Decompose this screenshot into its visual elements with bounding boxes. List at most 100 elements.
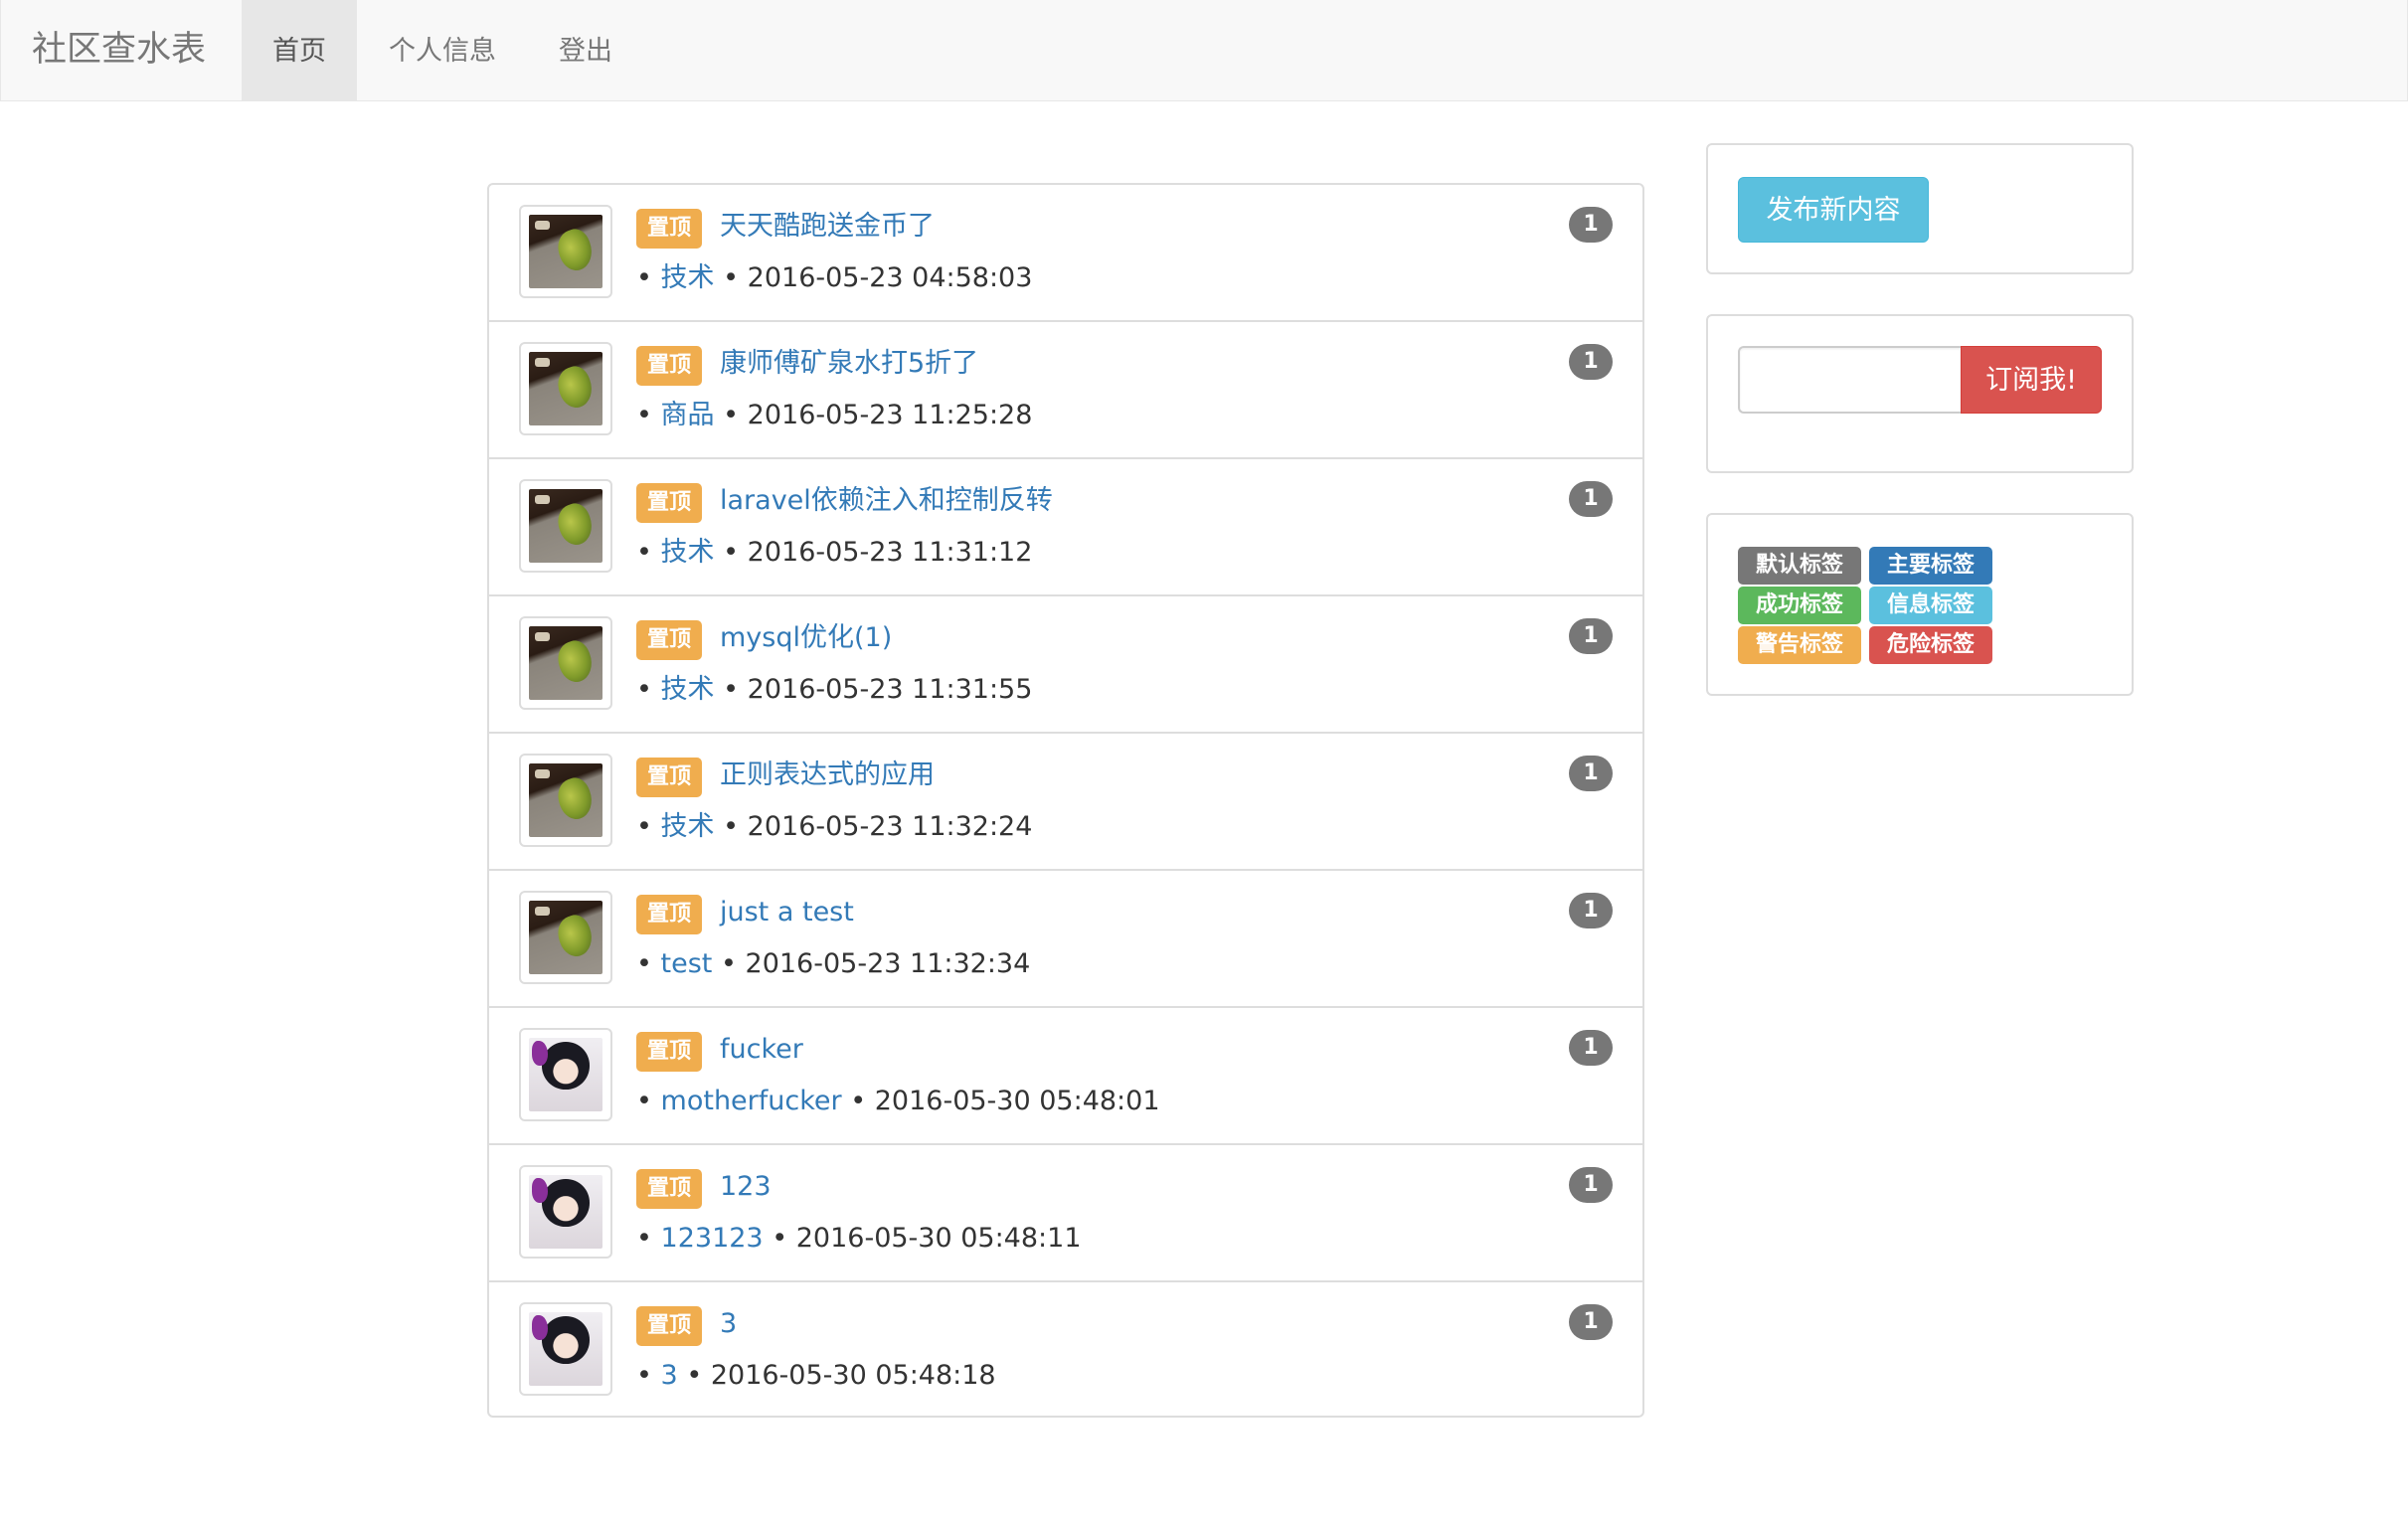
pinned-badge: 置顶	[636, 1032, 703, 1072]
nav-profile[interactable]: 个人信息	[357, 0, 528, 100]
post-time: 2016-05-23 04:58:03	[747, 262, 1033, 293]
avatar[interactable]	[519, 616, 612, 710]
pinned-badge: 置顶	[636, 483, 703, 523]
post-meta: • 123123 • 2016-05-30 05:48:11	[636, 1217, 1082, 1261]
post-row: 置顶 3 • 3 • 2016-05-30 05:48:18 1	[489, 1282, 1642, 1420]
subscribe-button[interactable]: 订阅我!	[1961, 346, 2102, 414]
post-category-link[interactable]: 3	[661, 1360, 678, 1391]
avatar[interactable]	[519, 342, 612, 435]
post-title-link[interactable]: fucker	[720, 1030, 803, 1070]
meta-bullet: •	[723, 400, 740, 430]
post-title-link[interactable]: 3	[720, 1304, 737, 1344]
meta-bullet: •	[636, 1223, 652, 1254]
post-time: 2016-05-23 11:25:28	[747, 400, 1033, 430]
tags-panel: 默认标签 主要标签 成功标签 信息标签 警告标签 危险标签	[1706, 513, 2134, 696]
post-list: 置顶 天天酷跑送金币了 • 技术 • 2016-05-23 04:58:03 1 置顶康…	[487, 183, 1644, 1418]
post-row: 置顶 正则表达式的应用 • 技术 • 2016-05-23 11:32:24 1	[489, 734, 1642, 871]
avatar[interactable]	[519, 1165, 612, 1259]
subscribe-panel: 订阅我!	[1706, 314, 2134, 473]
post-meta: • 技术 • 2016-05-23 11:31:55	[636, 668, 1032, 712]
post-meta: • 技术 • 2016-05-23 11:31:12	[636, 531, 1032, 575]
post-category-link[interactable]: 123123	[661, 1223, 764, 1254]
tag-danger: 危险标签	[1869, 626, 1992, 664]
navbar: 社区查水表 首页 个人信息 登出	[0, 0, 2408, 101]
avatar[interactable]	[519, 754, 612, 847]
post-row: 置顶 123 • 123123 • 2016-05-30 05:48:11 1	[489, 1145, 1642, 1282]
brand-link[interactable]: 社区查水表	[32, 0, 206, 100]
meta-bullet: •	[723, 811, 740, 842]
post-time: 2016-05-23 11:32:24	[747, 811, 1033, 842]
reply-count-badge: 1	[1569, 481, 1613, 517]
post-time: 2016-05-23 11:31:12	[747, 537, 1033, 568]
pinned-badge: 置顶	[636, 758, 703, 797]
post-title-link[interactable]: 123	[720, 1167, 772, 1207]
post-meta: • motherfucker • 2016-05-30 05:48:01	[636, 1080, 1160, 1123]
post-time: 2016-05-23 11:32:34	[745, 948, 1031, 979]
post-meta: • test • 2016-05-23 11:32:34	[636, 942, 1030, 986]
nav-home[interactable]: 首页	[242, 0, 357, 100]
tag-default: 默认标签	[1738, 547, 1861, 585]
subscribe-input[interactable]	[1738, 346, 1961, 414]
avatar[interactable]	[519, 1302, 612, 1396]
tag-info: 信息标签	[1869, 587, 1992, 624]
meta-bullet: •	[636, 948, 652, 979]
nav-logout[interactable]: 登出	[528, 0, 643, 100]
post-title-link[interactable]: 康师傅矿泉水打5折了	[720, 344, 978, 384]
post-meta: • 3 • 2016-05-30 05:48:18	[636, 1354, 996, 1398]
post-title-link[interactable]: laravel依赖注入和控制反转	[720, 481, 1053, 521]
meta-bullet: •	[636, 1086, 652, 1116]
meta-bullet: •	[636, 674, 652, 705]
meta-bullet: •	[723, 674, 740, 705]
reply-count-badge: 1	[1569, 618, 1613, 654]
avatar[interactable]	[519, 1028, 612, 1121]
meta-bullet: •	[723, 537, 740, 568]
post-category-link[interactable]: 技术	[661, 674, 715, 705]
post-category-link[interactable]: 商品	[661, 400, 715, 430]
pinned-badge: 置顶	[636, 895, 703, 934]
tag-warning: 警告标签	[1738, 626, 1861, 664]
avatar[interactable]	[519, 205, 612, 298]
post-category-link[interactable]: test	[661, 948, 713, 979]
pinned-badge: 置顶	[636, 620, 703, 660]
meta-bullet: •	[720, 948, 737, 979]
meta-bullet: •	[772, 1223, 788, 1254]
post-meta: • 技术 • 2016-05-23 04:58:03	[636, 256, 1032, 300]
meta-bullet: •	[636, 1360, 652, 1391]
reply-count-badge: 1	[1569, 207, 1613, 243]
publish-panel: 发布新内容	[1706, 143, 2134, 274]
reply-count-badge: 1	[1569, 1304, 1613, 1340]
post-row: 置顶 fucker • motherfucker • 2016-05-30 05:4…	[489, 1008, 1642, 1145]
pinned-badge: 置顶	[636, 346, 703, 386]
avatar[interactable]	[519, 891, 612, 984]
post-row: 置顶 just a test • test • 2016-05-23 11:32:3…	[489, 871, 1642, 1008]
meta-bullet: •	[850, 1086, 867, 1116]
meta-bullet: •	[636, 400, 652, 430]
post-meta: • 商品 • 2016-05-23 11:25:28	[636, 394, 1032, 437]
post-title-link[interactable]: mysql优化(1)	[720, 618, 892, 658]
post-row: 置顶 laravel依赖注入和控制反转 • 技术 • 2016-05-23 11:3…	[489, 459, 1642, 596]
post-row: 置顶 康师傅矿泉水打5折了 • 商品 • 2016-05-23 11:25:28 1	[489, 322, 1642, 459]
post-time: 2016-05-30 05:48:01	[874, 1086, 1160, 1116]
post-meta: • 技术 • 2016-05-23 11:32:24	[636, 805, 1032, 849]
post-title-link[interactable]: 正则表达式的应用	[720, 756, 935, 795]
publish-button[interactable]: 发布新内容	[1738, 177, 1929, 243]
post-time: 2016-05-30 05:48:11	[795, 1223, 1082, 1254]
post-category-link[interactable]: 技术	[661, 537, 715, 568]
post-title-link[interactable]: 天天酷跑送金币了	[720, 207, 935, 247]
pinned-badge: 置顶	[636, 1306, 703, 1346]
meta-bullet: •	[636, 262, 652, 293]
post-category-link[interactable]: 技术	[661, 262, 715, 293]
meta-bullet: •	[686, 1360, 703, 1391]
post-category-link[interactable]: motherfucker	[661, 1086, 842, 1116]
post-time: 2016-05-23 11:31:55	[747, 674, 1033, 705]
meta-bullet: •	[723, 262, 740, 293]
post-category-link[interactable]: 技术	[661, 811, 715, 842]
avatar[interactable]	[519, 479, 612, 573]
post-title-link[interactable]: just a test	[720, 893, 854, 932]
meta-bullet: •	[636, 811, 652, 842]
post-time: 2016-05-30 05:48:18	[710, 1360, 996, 1391]
reply-count-badge: 1	[1569, 1030, 1613, 1066]
post-row: 置顶 天天酷跑送金币了 • 技术 • 2016-05-23 04:58:03 1	[489, 185, 1642, 322]
tag-primary: 主要标签	[1869, 547, 1992, 585]
reply-count-badge: 1	[1569, 893, 1613, 928]
